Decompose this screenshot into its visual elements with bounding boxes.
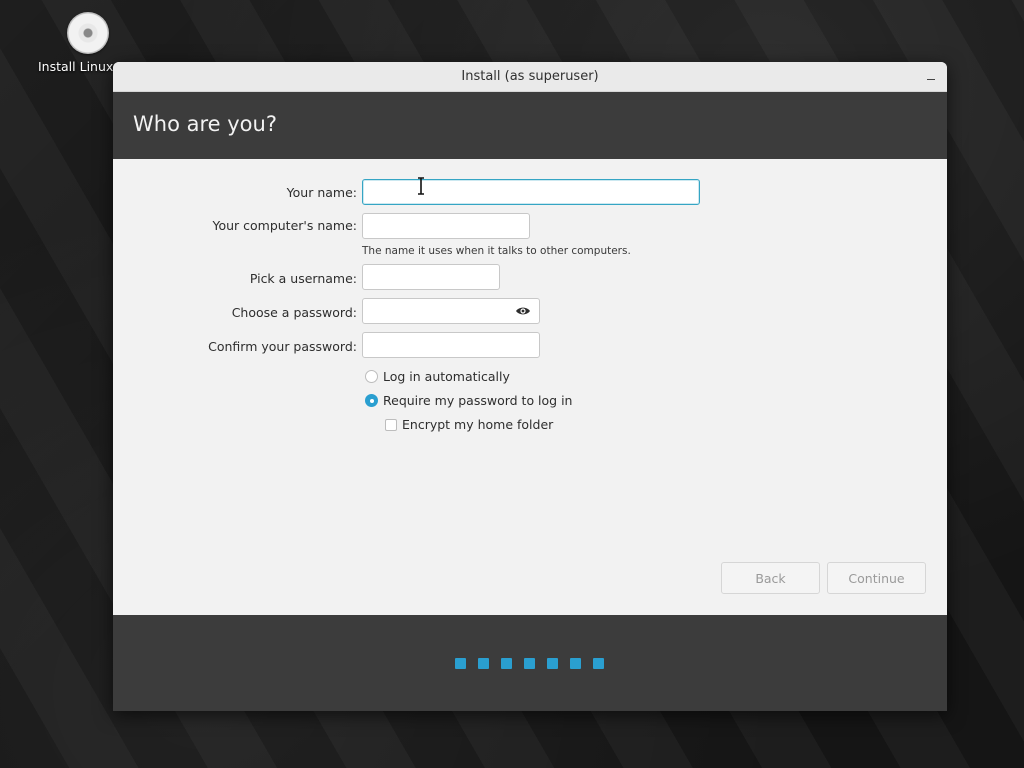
progress-step <box>455 658 466 669</box>
login-automatically-option[interactable]: Log in automatically <box>365 369 510 384</box>
confirm-password-label: Confirm your password: <box>208 339 357 354</box>
login-automatically-radio[interactable] <box>365 370 378 383</box>
username-input[interactable] <box>362 264 500 290</box>
your-name-label: Your name: <box>286 185 357 200</box>
login-automatically-label: Log in automatically <box>383 369 510 384</box>
require-password-label: Require my password to log in <box>383 393 573 408</box>
progress-step <box>501 658 512 669</box>
progress-indicator <box>455 658 604 669</box>
i-beam-cursor-icon <box>418 177 424 195</box>
window-titlebar[interactable]: Install (as superuser) <box>113 62 947 92</box>
back-button[interactable]: Back <box>721 562 820 594</box>
form-area: Your name: Your computer's name: The nam… <box>113 159 947 615</box>
password-label: Choose a password: <box>231 305 357 320</box>
confirm-password-input[interactable] <box>362 332 540 358</box>
continue-button[interactable]: Continue <box>827 562 926 594</box>
page-title: Who are you? <box>133 112 277 136</box>
progress-step <box>570 658 581 669</box>
require-password-radio[interactable] <box>365 394 378 407</box>
installer-window: Install (as superuser) Who are you? Your… <box>113 62 947 711</box>
encrypt-home-checkbox[interactable] <box>385 418 397 431</box>
progress-step <box>478 658 489 669</box>
eye-icon[interactable] <box>515 305 531 317</box>
password-input[interactable] <box>362 298 540 324</box>
computer-name-hint: The name it uses when it talks to other … <box>362 245 631 257</box>
progress-step <box>547 658 558 669</box>
disc-icon <box>67 12 109 54</box>
require-password-option[interactable]: Require my password to log in <box>365 393 572 408</box>
username-label: Pick a username: <box>249 271 357 286</box>
progress-step <box>524 658 535 669</box>
computer-name-label: Your computer's name: <box>212 218 357 233</box>
encrypt-home-label: Encrypt my home folder <box>402 417 554 432</box>
progress-step <box>593 658 604 669</box>
computer-name-input[interactable] <box>362 213 530 239</box>
your-name-input[interactable] <box>362 179 700 205</box>
page-header: Who are you? <box>113 92 947 159</box>
minimize-icon[interactable] <box>925 70 937 82</box>
progress-footer <box>113 615 947 711</box>
window-title: Install (as superuser) <box>461 69 599 84</box>
encrypt-home-option[interactable]: Encrypt my home folder <box>385 417 553 432</box>
